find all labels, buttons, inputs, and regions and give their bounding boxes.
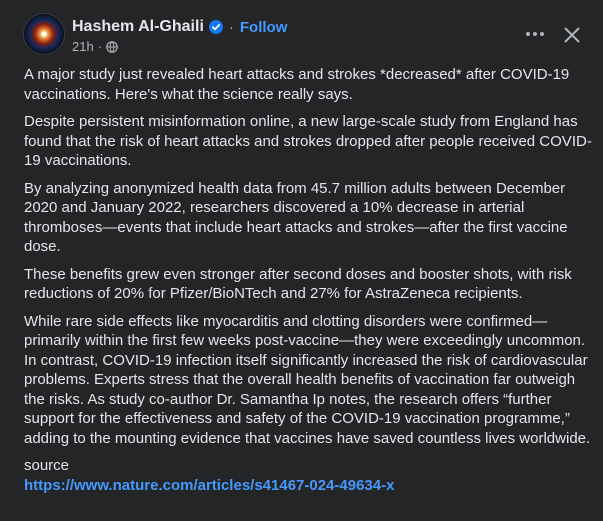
- post-paragraph: Despite persistent misinformation online…: [24, 113, 592, 169]
- post-header: Hashem Al-Ghaili · Follow 21h ·: [24, 14, 603, 58]
- author-name[interactable]: Hashem Al-Ghaili: [72, 18, 204, 36]
- more-options-icon[interactable]: [523, 24, 547, 44]
- separator-dot: ·: [228, 18, 234, 36]
- post-time[interactable]: 21h: [72, 39, 94, 54]
- globe-icon[interactable]: [106, 40, 118, 53]
- post-body: A major study just revealed heart attack…: [24, 65, 594, 495]
- source-link[interactable]: https://www.nature.com/articles/s41467-0…: [24, 476, 594, 496]
- author-avatar[interactable]: [24, 14, 64, 54]
- meta-separator: ·: [97, 39, 103, 54]
- follow-button[interactable]: Follow: [240, 19, 288, 36]
- post-meta: 21h ·: [72, 39, 118, 54]
- post-paragraph: These benefits grew even stronger after …: [24, 265, 572, 303]
- post-paragraph: By analyzing anonymized health data from…: [24, 179, 568, 256]
- post-card: Hashem Al-Ghaili · Follow 21h · A major …: [0, 0, 603, 521]
- source-label: source: [24, 457, 70, 474]
- author-row: Hashem Al-Ghaili · Follow: [72, 17, 287, 37]
- post-paragraph: A major study just revealed heart attack…: [24, 66, 570, 103]
- close-icon[interactable]: [561, 24, 583, 46]
- post-paragraph: While rare side effects like myocarditis…: [24, 312, 591, 447]
- verified-badge-icon: [208, 20, 223, 34]
